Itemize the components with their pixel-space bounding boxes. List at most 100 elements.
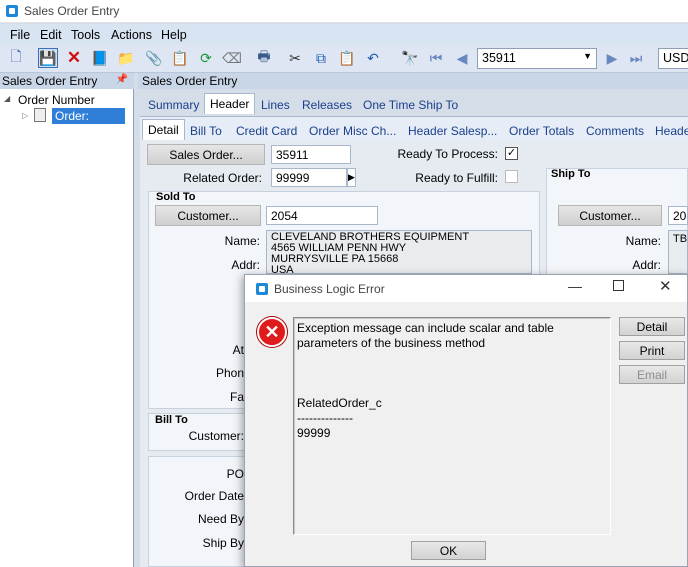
ready-to-fulfill-checkbox[interactable] — [505, 170, 518, 183]
subtab-header-more[interactable]: Heade — [655, 124, 688, 138]
secondary-tabs: Detail Bill To Credit Card Order Misc Ch… — [140, 116, 688, 140]
sales-order-field[interactable]: 35911 — [271, 145, 351, 164]
subtab-comments[interactable]: Comments — [586, 124, 644, 138]
ship-to-name-field[interactable]: TB — [668, 230, 688, 274]
tab-summary[interactable]: Summary — [148, 98, 199, 112]
sold-to-address-box[interactable]: CLEVELAND BROTHERS EQUIPMENT 4565 WILLIA… — [266, 230, 532, 274]
tab-header[interactable]: Header — [204, 93, 256, 114]
sold-to-attn-label: At — [232, 343, 244, 357]
order-number-value: 35911 — [482, 51, 516, 65]
subtab-order-misc[interactable]: Order Misc Ch... — [309, 124, 396, 138]
tree-node-order[interactable]: Order: 35911 — [52, 108, 125, 137]
tab-releases[interactable]: Releases — [302, 98, 352, 112]
window-title: Sales Order Entry — [24, 4, 120, 18]
related-order-arrow-icon[interactable]: ▶ — [347, 168, 356, 187]
bill-to-title: Bill To — [155, 414, 188, 426]
sales-order-button[interactable]: Sales Order... — [147, 144, 265, 165]
save-icon[interactable]: 💾 — [38, 48, 58, 68]
sold-to-phone-label: Phon — [215, 366, 244, 380]
error-message-box[interactable]: Exception message can include scalar and… — [293, 317, 611, 535]
sold-to-name-label: Name: — [224, 234, 260, 248]
app-icon — [6, 5, 18, 17]
maximize-icon[interactable] — [613, 280, 624, 291]
ok-button[interactable]: OK — [411, 541, 486, 560]
subtab-bill-to[interactable]: Bill To — [190, 124, 222, 138]
menu-actions[interactable]: Actions — [111, 28, 152, 42]
ready-to-fulfill-label: Ready to Fulfill: — [415, 171, 498, 185]
need-by-label: Need By — [197, 512, 244, 526]
cut-icon[interactable]: ✂ — [285, 48, 305, 68]
ship-to-name-label: Name: — [625, 234, 661, 248]
dialog-title-bar: Business Logic Error — ✕ — [245, 275, 687, 302]
prev-record-icon[interactable]: ◀ — [452, 48, 472, 68]
related-order-label: Related Order: — [183, 171, 262, 185]
tab-lines[interactable]: Lines — [261, 98, 290, 112]
close-icon[interactable]: ✕ — [659, 277, 672, 295]
toolbar: 🗋 💾 ✕ 📘 📁 📎 📋 ⟳ ⌫ 🖶 ✂ ⧉ 📋 ↶ 🔭 ⏮ ◀ 35911 … — [0, 45, 688, 73]
order-number-combo[interactable]: 35911 ▼ — [477, 48, 597, 69]
menu-help[interactable]: Help — [161, 28, 187, 42]
tree-expand-icon[interactable]: ▷ — [22, 111, 28, 120]
detail-button[interactable]: Detail — [619, 317, 685, 336]
chevron-down-icon: ▼ — [583, 51, 592, 61]
error-icon: ✕ — [257, 317, 287, 347]
pin-icon[interactable]: 📌 — [116, 74, 128, 85]
subtab-credit-card[interactable]: Credit Card — [236, 124, 297, 138]
refresh-icon[interactable]: ⟳ — [196, 48, 216, 68]
primary-tabs: Summary Header Lines Releases One Time S… — [138, 91, 688, 116]
paste-icon[interactable]: 📋 — [337, 48, 357, 68]
last-record-icon[interactable]: ⏭ — [626, 48, 646, 68]
currency-value: USD — [663, 51, 688, 65]
sold-to-customer-button[interactable]: Customer... — [155, 205, 261, 226]
sold-to-addr-label: Addr: — [231, 258, 260, 272]
book-icon[interactable]: 📘 — [90, 48, 110, 68]
minimize-icon[interactable]: — — [568, 278, 582, 294]
print-icon[interactable]: 🖶 — [254, 48, 274, 68]
new-icon[interactable]: 🗋 — [6, 48, 26, 68]
dialog-app-icon — [256, 283, 268, 295]
title-bar: Sales Order Entry — [0, 0, 688, 23]
tab-one-time-ship-to[interactable]: One Time Ship To — [363, 98, 458, 112]
sold-to-fax-label: Fa — [229, 390, 244, 404]
menu-bar: File Edit Tools Actions Help — [0, 24, 688, 45]
first-record-icon[interactable]: ⏮ — [426, 48, 446, 68]
binoculars-icon[interactable]: 🔭 — [400, 48, 420, 68]
delete-icon[interactable]: ✕ — [64, 48, 84, 68]
ship-to-addr-label: Addr: — [632, 258, 661, 272]
order-date-label: Order Date — [184, 489, 244, 503]
ready-to-process-label: Ready To Process: — [397, 147, 499, 161]
attach-icon[interactable]: 📎 — [144, 48, 164, 68]
folder-icon[interactable]: 📁 — [116, 48, 136, 68]
ship-to-customer-button[interactable]: Customer... — [558, 205, 662, 226]
main-header: Sales Order Entry — [138, 73, 688, 89]
tree-pane-title: Sales Order Entry — [2, 74, 98, 88]
subtab-header-salesperson[interactable]: Header Salesp... — [408, 124, 497, 138]
bill-to-customer-label: Customer: — [188, 429, 244, 443]
next-record-icon[interactable]: ▶ — [602, 48, 622, 68]
ship-to-title: Ship To — [551, 168, 591, 180]
menu-tools[interactable]: Tools — [71, 28, 100, 42]
clipboard-icon[interactable]: 📋 — [170, 48, 190, 68]
related-order-field[interactable]: 99999 — [271, 168, 347, 187]
undo-icon[interactable]: ↶ — [363, 48, 383, 68]
copy-icon[interactable]: ⧉ — [311, 48, 331, 68]
tree-pane-header: Sales Order Entry 📌 — [0, 73, 134, 89]
menu-file[interactable]: File — [10, 28, 30, 42]
tree-collapse-icon[interactable]: ◢ — [4, 94, 10, 103]
ready-to-process-checkbox[interactable]: ✓ — [505, 147, 518, 160]
currency-combo[interactable]: USD — [658, 48, 688, 69]
po-label: PO — [226, 467, 244, 481]
menu-edit[interactable]: Edit — [40, 28, 62, 42]
sold-to-title: Sold To — [156, 191, 196, 203]
sold-to-customer-field[interactable]: 2054 — [266, 206, 378, 225]
eraser-icon[interactable]: ⌫ — [222, 48, 242, 68]
ship-by-label: Ship By — [202, 536, 244, 550]
subtab-detail[interactable]: Detail — [142, 119, 185, 140]
tree-root: Order Number — [18, 93, 95, 107]
print-button[interactable]: Print — [619, 341, 685, 360]
subtab-order-totals[interactable]: Order Totals — [509, 124, 574, 138]
tree-pane — [0, 73, 134, 567]
ship-to-customer-field[interactable]: 205 — [668, 206, 688, 225]
order-node-icon — [34, 108, 46, 122]
email-button[interactable]: Email — [619, 365, 685, 384]
